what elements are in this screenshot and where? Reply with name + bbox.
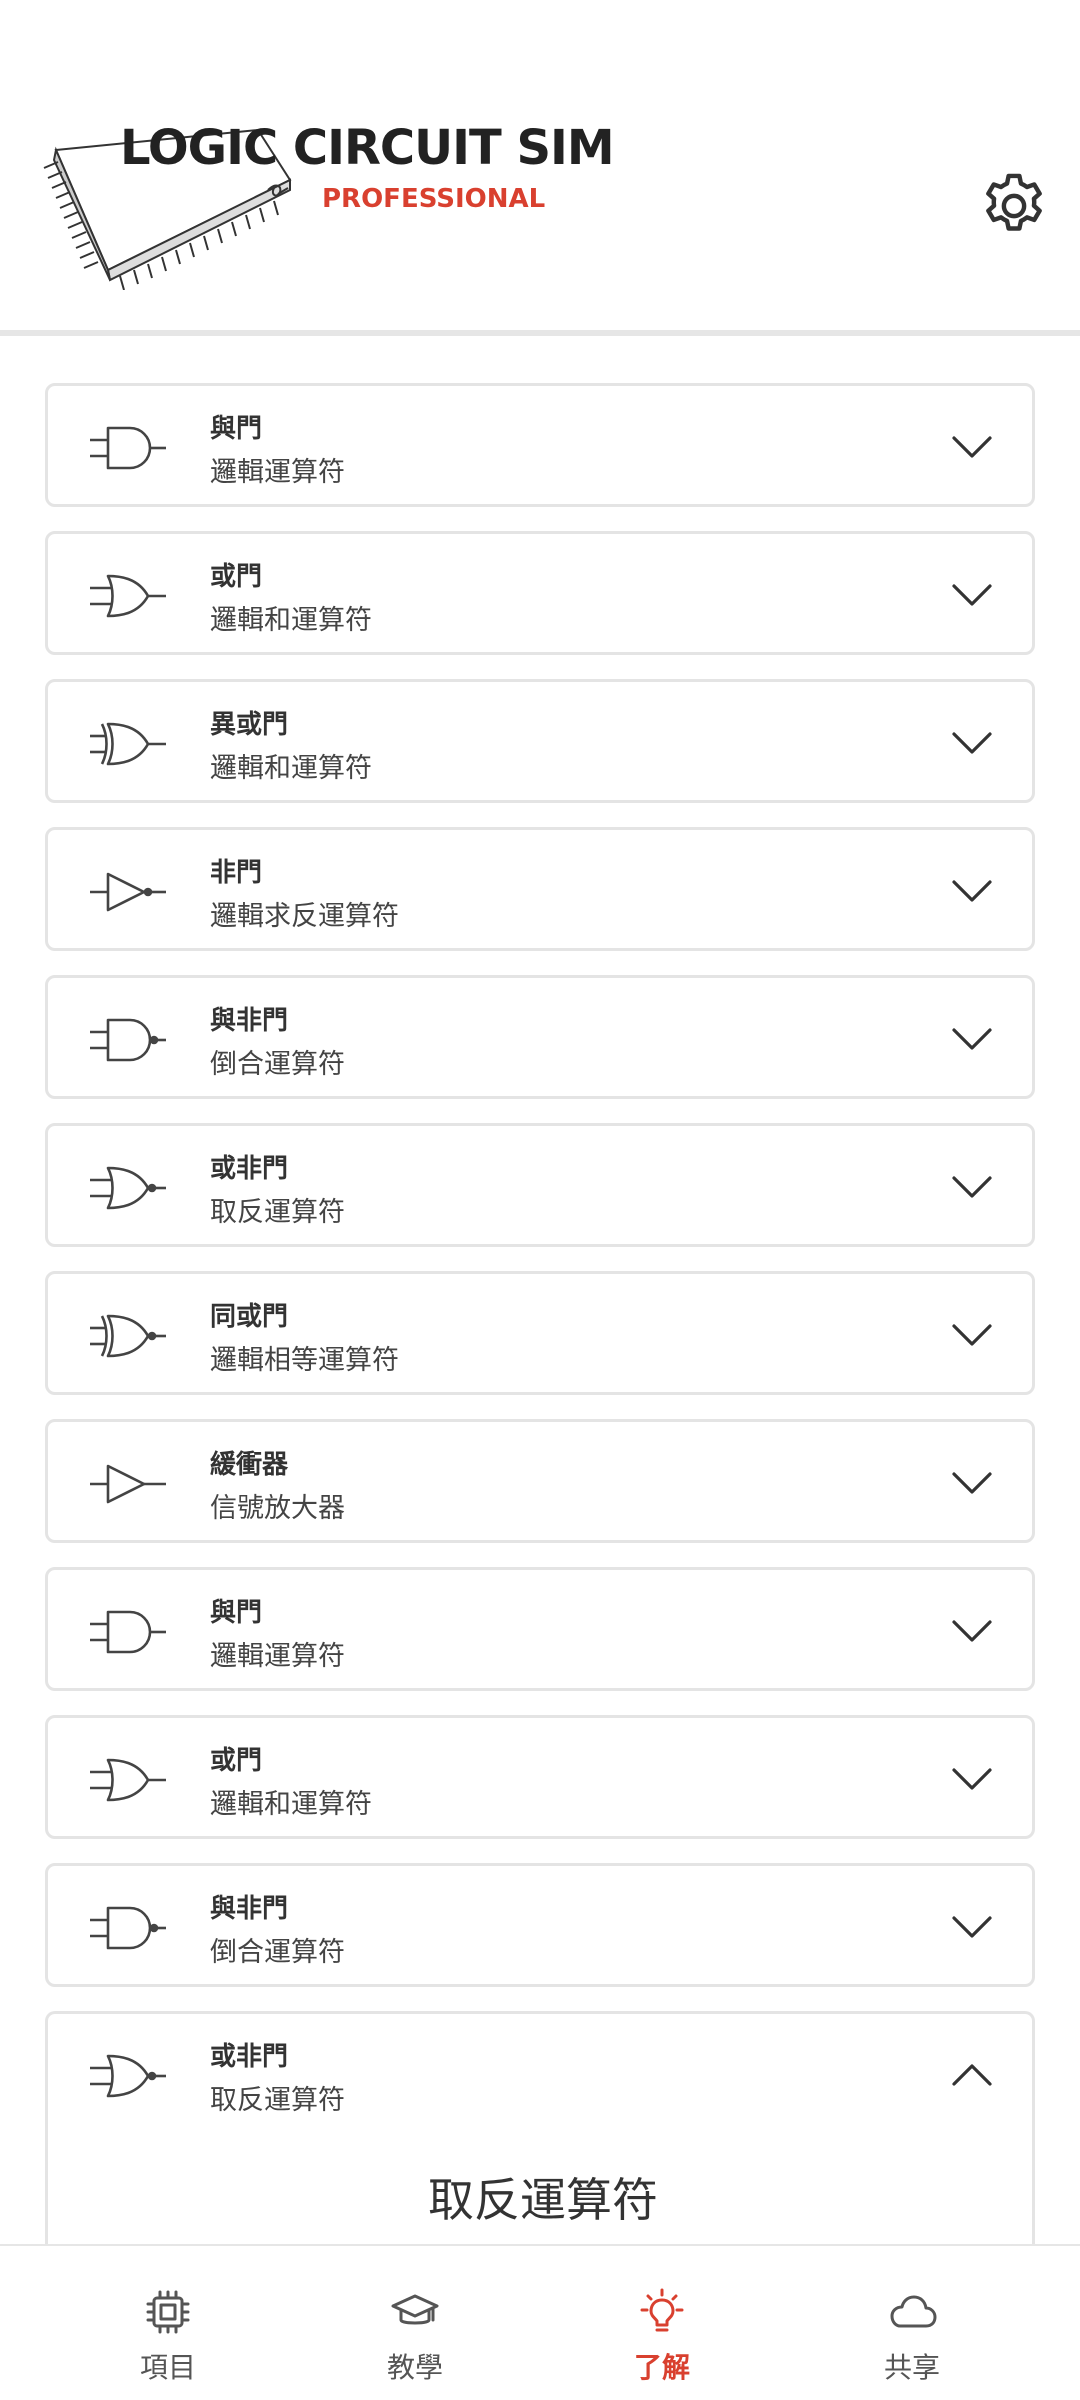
chevron-down-icon[interactable] [948,1614,996,1646]
nor-gate-icon [90,1166,166,1210]
chevron-down-icon[interactable] [948,1910,996,1942]
gate-card[interactable]: 或非門 取反運算符 取反運算符 [45,2011,1035,2244]
chevron-down-icon[interactable] [948,1318,996,1350]
xnor-gate-icon [90,1314,166,1358]
gate-card[interactable]: 與門 邏輯運算符 [45,1567,1035,1691]
gate-title: 異或門 [210,710,289,740]
gate-title: 與門 [210,1598,263,1628]
gate-card[interactable]: 或門 邏輯和運算符 [45,531,1035,655]
gate-subtitle: 取反運算符 [210,2085,345,2116]
and-gate-icon [90,1610,166,1654]
gate-subtitle: 信號放大器 [210,1493,345,1524]
nav-label: 共享 [883,2351,940,2384]
chevron-down-icon[interactable] [948,874,996,906]
gate-subtitle: 邏輯求反運算符 [210,901,399,932]
chevron-down-icon[interactable] [948,1022,996,1054]
gear-icon[interactable] [976,168,1052,244]
nav-item-chip[interactable]: 項目 [43,2246,293,2400]
or-gate-icon [90,574,166,618]
gate-detail: 取反運算符 [428,2173,658,2227]
chevron-down-icon[interactable] [948,726,996,758]
buffer-gate-icon [90,1464,166,1504]
gate-title: 或門 [210,1746,263,1776]
gate-card[interactable]: 緩衝器 信號放大器 [45,1419,1035,1543]
gate-card[interactable]: 異或門 邏輯和運算符 [45,679,1035,803]
gate-list: 與門 邏輯運算符 或門 邏輯和運算符 異或門 邏輯和運算符 非門 邏輯求反運算符 與非門 倒合運算… [0,336,1080,2244]
nav-label: 項目 [139,2351,196,2384]
gate-subtitle: 邏輯相等運算符 [210,1345,399,1376]
app-header: LOGIC CIRCUIT SIM PROFESSIONAL [0,0,1080,333]
chevron-down-icon[interactable] [948,1762,996,1794]
gate-title: 或非門 [210,1154,289,1184]
gate-subtitle: 邏輯和運算符 [210,753,372,784]
nav-item-cloud[interactable]: 共享 [787,2246,1037,2400]
chevron-down-icon[interactable] [948,578,996,610]
gate-card[interactable]: 或門 邏輯和運算符 [45,1715,1035,1839]
gate-subtitle: 邏輯和運算符 [210,605,372,636]
nor-gate-icon [90,2054,166,2098]
gate-subtitle: 倒合運算符 [210,1937,345,1968]
gate-card[interactable]: 與非門 倒合運算符 [45,975,1035,1099]
and-gate-icon [90,426,166,470]
gate-subtitle: 邏輯運算符 [210,457,345,488]
nav-item-graduation-cap[interactable]: 教學 [290,2246,540,2400]
gate-subtitle: 邏輯運算符 [210,1641,345,1672]
gate-card[interactable]: 與門 邏輯運算符 [45,383,1035,507]
chip-icon [146,2290,190,2334]
gate-title: 與非門 [210,1894,289,1924]
gate-title: 同或門 [210,1302,289,1332]
gate-subtitle: 邏輯和運算符 [210,1789,372,1820]
gate-subtitle: 取反運算符 [210,1197,345,1228]
gate-card[interactable]: 與非門 倒合運算符 [45,1863,1035,1987]
nav-label: 了解 [633,2351,690,2384]
chevron-down-icon[interactable] [948,1466,996,1498]
or-gate-icon [90,1758,166,1802]
graduation-cap-icon [391,2294,439,2325]
gate-title: 與非門 [210,1006,289,1036]
nand-gate-icon [90,1018,166,1062]
app-title: LOGIC CIRCUIT SIM [120,120,615,176]
gate-title: 緩衝器 [210,1450,289,1480]
gate-title: 非門 [210,858,263,888]
app-subtitle: PROFESSIONAL [322,184,546,214]
chevron-down-icon[interactable] [948,430,996,462]
chevron-down-icon[interactable] [948,1170,996,1202]
cloud-icon [890,2295,937,2328]
bottom-nav: 項目 教學 了解 共享 [0,2244,1080,2400]
nand-gate-icon [90,1906,166,1950]
chevron-up-icon[interactable] [948,2058,996,2090]
nav-item-lightbulb[interactable]: 了解 [537,2246,787,2400]
nav-label: 教學 [386,2351,443,2384]
not-gate-icon [90,872,166,912]
gate-title: 或門 [210,562,263,592]
gate-subtitle: 倒合運算符 [210,1049,345,1080]
gate-card[interactable]: 非門 邏輯求反運算符 [45,827,1035,951]
gate-title: 與門 [210,414,263,444]
lightbulb-icon [640,2288,684,2332]
gate-card[interactable]: 或非門 取反運算符 [45,1123,1035,1247]
gate-title: 或非門 [210,2042,289,2072]
xor-gate-icon [90,722,166,766]
gate-card[interactable]: 同或門邏輯相等運算符 [45,1271,1035,1395]
